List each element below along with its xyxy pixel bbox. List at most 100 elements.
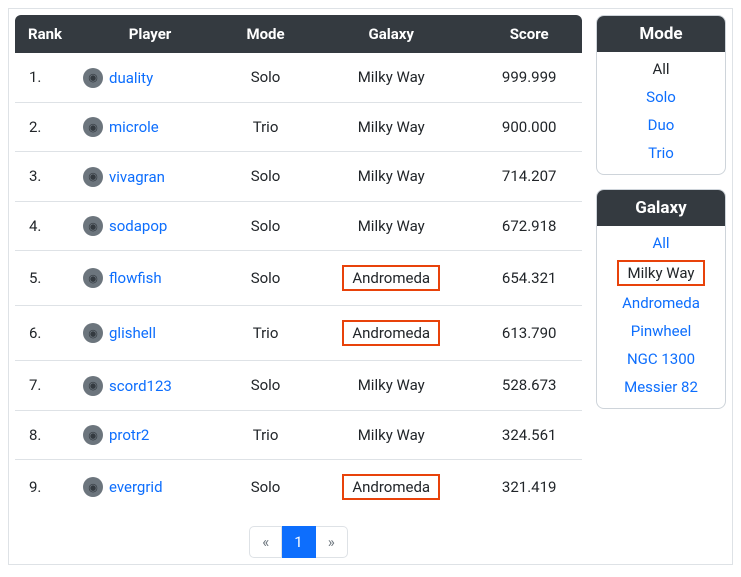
col-header-galaxy: Galaxy — [306, 15, 476, 53]
filters-sidebar: Mode All Solo Duo Trio Galaxy All Milky Way A… — [596, 15, 726, 409]
player-cell: ◉ microle — [75, 102, 225, 152]
score-cell: 528.673 — [476, 361, 582, 411]
player-cell: ◉ flowfish — [75, 251, 225, 306]
galaxy-highlight: Andromeda — [342, 474, 440, 500]
mode-cell: Solo — [225, 53, 306, 102]
leaderboard-layout: Rank Player Mode Galaxy Score 1.◉duality… — [8, 8, 733, 565]
galaxy-cell: Milky Way — [306, 361, 476, 411]
galaxy-cell: Milky Way — [306, 102, 476, 152]
leaderboard-main: Rank Player Mode Galaxy Score 1.◉duality… — [15, 15, 582, 558]
mode-cell: Solo — [225, 152, 306, 202]
pagination-prev[interactable]: « — [249, 526, 282, 558]
mode-cell: Trio — [225, 102, 306, 152]
rank-cell: 7. — [15, 361, 75, 411]
player-cell: ◉duality — [75, 53, 225, 102]
player-link[interactable]: protr2 — [109, 426, 149, 444]
galaxy-filter-item[interactable]: Andromeda — [616, 292, 706, 314]
score-cell: 672.918 — [476, 201, 582, 251]
player-cell: ◉ protr2 — [75, 410, 225, 460]
mode-filter-title: Mode — [597, 16, 725, 52]
player-cell: ◉ scord123 — [75, 361, 225, 411]
galaxy-highlight: Andromeda — [342, 320, 440, 346]
table-row: 9. ◉ evergrid Solo Andromeda 321.419 — [15, 460, 582, 515]
score-cell: 321.419 — [476, 460, 582, 515]
col-header-player: Player — [75, 15, 225, 53]
mode-cell: Trio — [225, 306, 306, 361]
mode-cell: Solo — [225, 201, 306, 251]
rank-cell: 4. — [15, 201, 75, 251]
player-link[interactable]: microle — [109, 118, 159, 136]
score-cell: 999.999 — [476, 53, 582, 102]
col-header-rank: Rank — [15, 15, 75, 53]
col-header-score: Score — [476, 15, 582, 53]
galaxy-cell: Milky Way — [306, 53, 476, 102]
table-row: 4. ◉ sodapop SoloMilky Way672.918 — [15, 201, 582, 251]
rank-cell: 6. — [15, 306, 75, 361]
table-row: 6. ◉ glishell Trio Andromeda 613.790 — [15, 306, 582, 361]
pagination: « 1 » — [15, 526, 582, 558]
avatar-icon: ◉ — [83, 425, 103, 445]
mode-filter-item[interactable]: Trio — [642, 142, 680, 164]
table-row: 5. ◉ flowfish Solo Andromeda 654.321 — [15, 251, 582, 306]
table-row: 2. ◉ microle TrioMilky Way900.000 — [15, 102, 582, 152]
avatar-icon: ◉ — [83, 323, 103, 343]
avatar-icon: ◉ — [83, 216, 103, 236]
galaxy-filter-panel: Galaxy All Milky Way Andromeda Pinwheel NGC … — [596, 189, 726, 409]
player-cell: ◉ sodapop — [75, 201, 225, 251]
galaxy-filter-item[interactable]: Milky Way — [617, 260, 704, 286]
player-cell: ◉ evergrid — [75, 460, 225, 515]
player-cell: ◉ glishell — [75, 306, 225, 361]
avatar-icon: ◉ — [83, 268, 103, 288]
avatar-icon: ◉ — [83, 477, 103, 497]
rank-cell: 9. — [15, 460, 75, 515]
score-cell: 654.321 — [476, 251, 582, 306]
mode-cell: Solo — [225, 460, 306, 515]
galaxy-highlight: Andromeda — [342, 265, 440, 291]
player-link[interactable]: evergrid — [109, 478, 163, 496]
rank-cell: 8. — [15, 410, 75, 460]
galaxy-cell: Milky Way — [306, 152, 476, 202]
mode-cell: Trio — [225, 410, 306, 460]
rank-cell: 1. — [15, 53, 75, 102]
player-link[interactable]: glishell — [109, 324, 156, 342]
rank-cell: 5. — [15, 251, 75, 306]
player-link[interactable]: flowfish — [109, 269, 162, 287]
leaderboard-table: Rank Player Mode Galaxy Score 1.◉duality… — [15, 15, 582, 514]
galaxy-filter-item[interactable]: NGC 1300 — [621, 348, 701, 370]
rank-cell: 3. — [15, 152, 75, 202]
pagination-next[interactable]: » — [316, 526, 348, 558]
player-link[interactable]: duality — [109, 69, 153, 87]
galaxy-filter-item[interactable]: Messier 82 — [618, 376, 704, 398]
player-link[interactable]: sodapop — [109, 217, 167, 235]
galaxy-cell: Milky Way — [306, 410, 476, 460]
score-cell: 900.000 — [476, 102, 582, 152]
table-row: 1.◉dualitySoloMilky Way999.999 — [15, 53, 582, 102]
galaxy-filter-item[interactable]: All — [646, 232, 675, 254]
mode-filter-item[interactable]: Solo — [640, 86, 682, 108]
score-cell: 324.561 — [476, 410, 582, 460]
mode-filter-item[interactable]: Duo — [642, 114, 681, 136]
galaxy-filter-item[interactable]: Pinwheel — [625, 320, 697, 342]
table-row: 8. ◉ protr2 TrioMilky Way324.561 — [15, 410, 582, 460]
table-row: 7. ◉ scord123 SoloMilky Way528.673 — [15, 361, 582, 411]
mode-cell: Solo — [225, 251, 306, 306]
rank-cell: 2. — [15, 102, 75, 152]
col-header-mode: Mode — [225, 15, 306, 53]
galaxy-cell: Milky Way — [306, 201, 476, 251]
score-cell: 613.790 — [476, 306, 582, 361]
mode-cell: Solo — [225, 361, 306, 411]
avatar-icon: ◉ — [83, 376, 103, 396]
score-cell: 714.207 — [476, 152, 582, 202]
galaxy-cell: Andromeda — [306, 251, 476, 306]
player-link[interactable]: scord123 — [109, 377, 172, 395]
galaxy-filter-title: Galaxy — [597, 190, 725, 226]
mode-filter-item[interactable]: All — [646, 58, 675, 80]
player-cell: ◉ vivagran — [75, 152, 225, 202]
avatar-icon: ◉ — [83, 117, 103, 137]
galaxy-cell: Andromeda — [306, 306, 476, 361]
mode-filter-panel: Mode All Solo Duo Trio — [596, 15, 726, 175]
player-link[interactable]: vivagran — [109, 168, 165, 186]
table-row: 3. ◉ vivagran SoloMilky Way714.207 — [15, 152, 582, 202]
avatar-icon: ◉ — [83, 167, 103, 187]
pagination-page-1[interactable]: 1 — [282, 526, 315, 558]
